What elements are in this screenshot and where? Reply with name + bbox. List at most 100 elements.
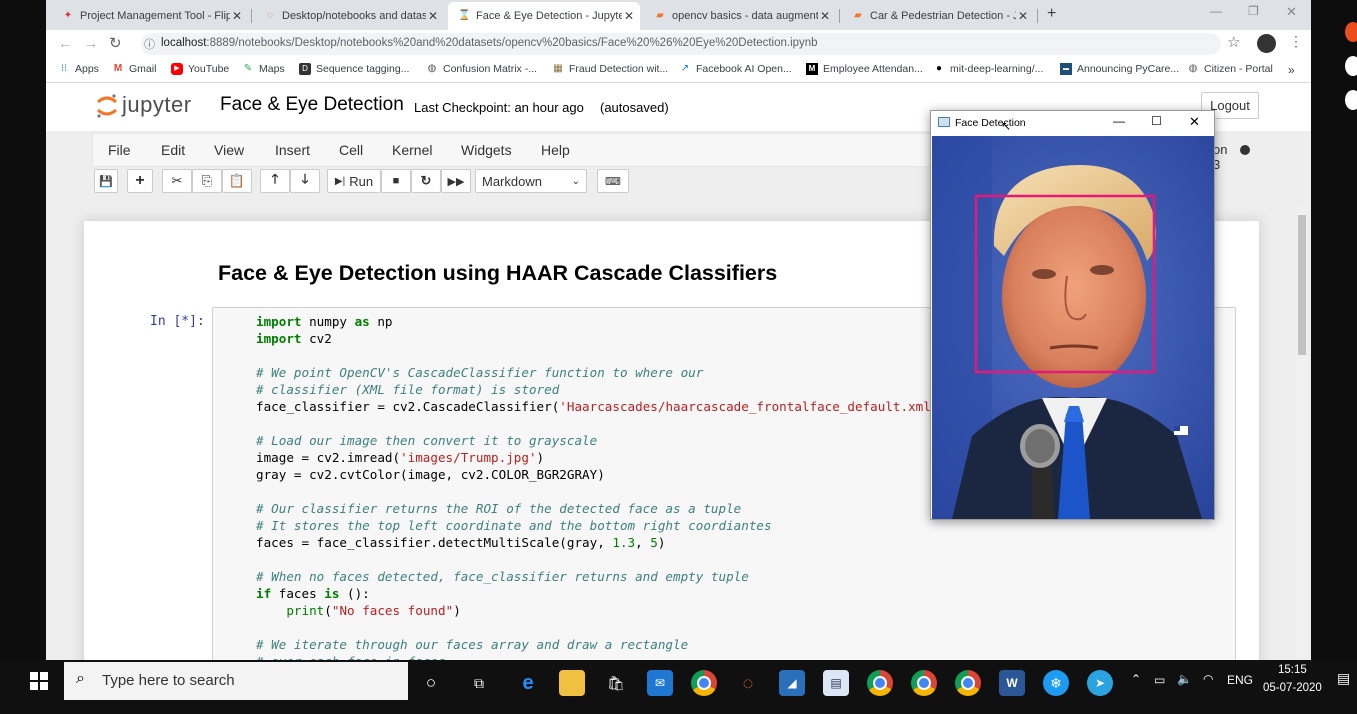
battery-icon[interactable]: ▭ — [1154, 673, 1165, 687]
menu-file[interactable]: File — [108, 142, 131, 158]
move-up-button[interactable]: 🡑 — [260, 169, 290, 193]
chrome-icon[interactable] — [955, 670, 981, 696]
paste-button[interactable]: 📋 — [222, 169, 252, 193]
chrome-icon[interactable] — [691, 670, 717, 696]
bookmark-star-icon[interactable]: ☆ — [1227, 33, 1240, 51]
save-button[interactable]: 💾 — [94, 169, 118, 193]
maximize-icon[interactable]: ☐ — [1151, 114, 1162, 128]
word-icon[interactable]: W — [999, 670, 1025, 696]
language-indicator[interactable]: ENG — [1227, 673, 1253, 687]
cortana-icon[interactable]: ○ — [418, 670, 444, 696]
profile-avatar[interactable] — [1257, 34, 1276, 53]
menu-edit[interactable]: Edit — [161, 142, 185, 158]
kernel-name: on 3 — [1213, 142, 1228, 172]
reload-icon[interactable]: ↻ — [109, 34, 122, 52]
restart-run-all-button[interactable]: ▶▶ — [441, 169, 471, 193]
mail-icon[interactable]: ✉ — [647, 670, 673, 696]
jupyter-logo-icon[interactable] — [96, 93, 118, 118]
notification-icon[interactable]: ▤ — [1337, 670, 1350, 687]
cut-button[interactable]: ✂ — [162, 169, 192, 193]
bookmark-gmail[interactable]: M Gmail — [112, 63, 157, 75]
close-icon[interactable]: ✕ — [1016, 9, 1030, 23]
restart-button[interactable]: ↻ — [411, 169, 441, 193]
close-icon[interactable]: ✕ — [1189, 114, 1200, 130]
task-view-icon[interactable]: ⧉ — [466, 670, 492, 696]
bookmark-label: mit-deep-learning/... — [950, 63, 1044, 75]
menu-insert[interactable]: Insert — [275, 142, 310, 158]
tab-desktop-notebooks[interactable]: ◌ Desktop/notebooks and datasets ✕ — [254, 4, 444, 28]
menu-help[interactable]: Help — [541, 142, 570, 158]
tab-face-eye-detection[interactable]: ⌛ Face & Eye Detection - Jupyter N ✕ — [448, 2, 640, 30]
bookmark-confusion-matrix[interactable]: ◍ Confusion Matrix -... — [426, 63, 537, 75]
insert-cell-button[interactable]: + — [127, 169, 153, 193]
bookmarks-more[interactable]: » — [1288, 63, 1295, 77]
bookmark-label: Fraud Detection wit... — [569, 63, 669, 75]
window-close-icon[interactable]: ✕ — [1286, 4, 1297, 20]
close-icon[interactable]: ✕ — [230, 9, 244, 23]
tray-chevron-icon[interactable]: ⌃ — [1131, 672, 1141, 686]
code-line: # classifier (XML file format) is stored — [256, 382, 560, 397]
edge-icon[interactable]: e — [515, 670, 541, 696]
photos-icon[interactable]: ◢ — [779, 670, 805, 696]
app-icon — [1345, 56, 1357, 76]
code-line: import cv2 — [256, 331, 332, 346]
minimize-icon[interactable]: — — [1113, 114, 1125, 128]
cell-type-select[interactable]: Markdown ⌄ — [475, 169, 587, 193]
notebook-title[interactable]: Face & Eye Detection — [220, 94, 404, 116]
volume-icon[interactable]: 🔈 — [1177, 672, 1192, 686]
taskbar-search-box[interactable]: ⌕ Type here to search — [64, 662, 408, 700]
store-icon[interactable]: 🛍 — [603, 670, 629, 696]
jupyter-wordmark[interactable]: jupyter — [122, 92, 192, 118]
minimize-icon[interactable]: — — [1210, 4, 1222, 18]
menu-view[interactable]: View — [214, 142, 244, 158]
run-button[interactable]: ▶| Run — [327, 169, 381, 193]
menu-widgets[interactable]: Widgets — [461, 142, 512, 158]
bookmark-youtube[interactable]: ▶ YouTube — [171, 63, 229, 75]
bookmark-facebook-ai[interactable]: ↗ Facebook AI Open... — [679, 63, 792, 75]
chrome-icon[interactable] — [867, 670, 893, 696]
restore-icon[interactable]: ❐ — [1248, 4, 1259, 18]
new-tab-plus-icon[interactable]: + — [1047, 5, 1056, 23]
tab-project-management[interactable]: ✦ Project Management Tool - Flip F ✕ — [52, 4, 248, 28]
move-down-button[interactable]: 🡓 — [290, 169, 320, 193]
page-scrollbar[interactable] — [1297, 207, 1307, 657]
bookmark-sequence-tagging[interactable]: D Sequence tagging... — [299, 63, 409, 75]
close-icon[interactable]: ✕ — [818, 9, 832, 23]
file-explorer-icon[interactable] — [559, 670, 585, 696]
copy-button[interactable]: ⎘ — [192, 169, 222, 193]
scrollbar-thumb[interactable] — [1298, 215, 1306, 355]
close-icon[interactable]: ✕ — [622, 9, 636, 23]
clock-time[interactable]: 15:15 — [1278, 664, 1307, 676]
bookmarks-bar: ⁝⁝ Apps M Gmail ▶ YouTube ✎ Maps D Sequence t… — [46, 58, 1311, 83]
chrome-icon[interactable] — [911, 670, 937, 696]
bookmark-apps[interactable]: ⁝⁝ Apps — [58, 63, 99, 75]
tab-opencv-basics[interactable]: ▰ opencv basics - data augmentati ✕ — [644, 4, 836, 28]
wifi-icon[interactable]: ◠ — [1203, 672, 1213, 686]
forward-arrow-icon[interactable]: → — [84, 35, 98, 51]
command-palette-button[interactable]: ⌨ — [597, 169, 629, 193]
clock-date[interactable]: 05-07-2020 — [1263, 682, 1322, 694]
menu-cell[interactable]: Cell — [339, 142, 363, 158]
windows-start-icon[interactable] — [30, 672, 48, 690]
address-bar[interactable]: ⓘ localhost:8889/notebooks/Desktop/noteb… — [141, 33, 1221, 55]
bookmark-maps[interactable]: ✎ Maps — [242, 63, 285, 75]
bookmark-citizen-portal[interactable]: ◍ Citizen - Portal — [1187, 63, 1273, 75]
bookmark-pycaret[interactable]: ▬ Announcing PyCare... — [1060, 63, 1179, 75]
interrupt-button[interactable]: ■ — [381, 169, 411, 193]
telegram-icon[interactable]: ➤ — [1087, 670, 1113, 696]
url-path: :8889/notebooks/Desktop/notebooks%20and%… — [206, 37, 818, 49]
bookmark-employee-attendance[interactable]: M Employee Attendan... — [806, 63, 923, 75]
bookmark-fraud-detection[interactable]: ▦ Fraud Detection wit... — [552, 63, 668, 75]
popup-titlebar[interactable]: Face Detection — ☐ ✕ — [931, 111, 1214, 135]
back-arrow-icon[interactable]: ← — [58, 35, 72, 51]
markdown-heading[interactable]: Face & Eye Detection using HAAR Cascade … — [218, 261, 777, 286]
menu-kernel[interactable]: Kernel — [392, 142, 432, 158]
jupyter-taskbar-icon[interactable]: ◌ — [735, 670, 761, 696]
bookmark-mit-deep-learning[interactable]: ● mit-deep-learning/... — [933, 63, 1043, 75]
tab-car-pedestrian[interactable]: ▰ Car & Pedestrian Detection - Jup ✕ — [842, 4, 1034, 28]
snowflake-app-icon[interactable]: ❄ — [1043, 670, 1069, 696]
chrome-menu-icon[interactable]: ⋮ — [1289, 33, 1303, 50]
paint-icon[interactable]: ▤ — [823, 670, 849, 696]
face-detection-window[interactable]: Face Detection — ☐ ✕ ↖ — [930, 110, 1215, 520]
close-icon[interactable]: ✕ — [426, 9, 440, 23]
